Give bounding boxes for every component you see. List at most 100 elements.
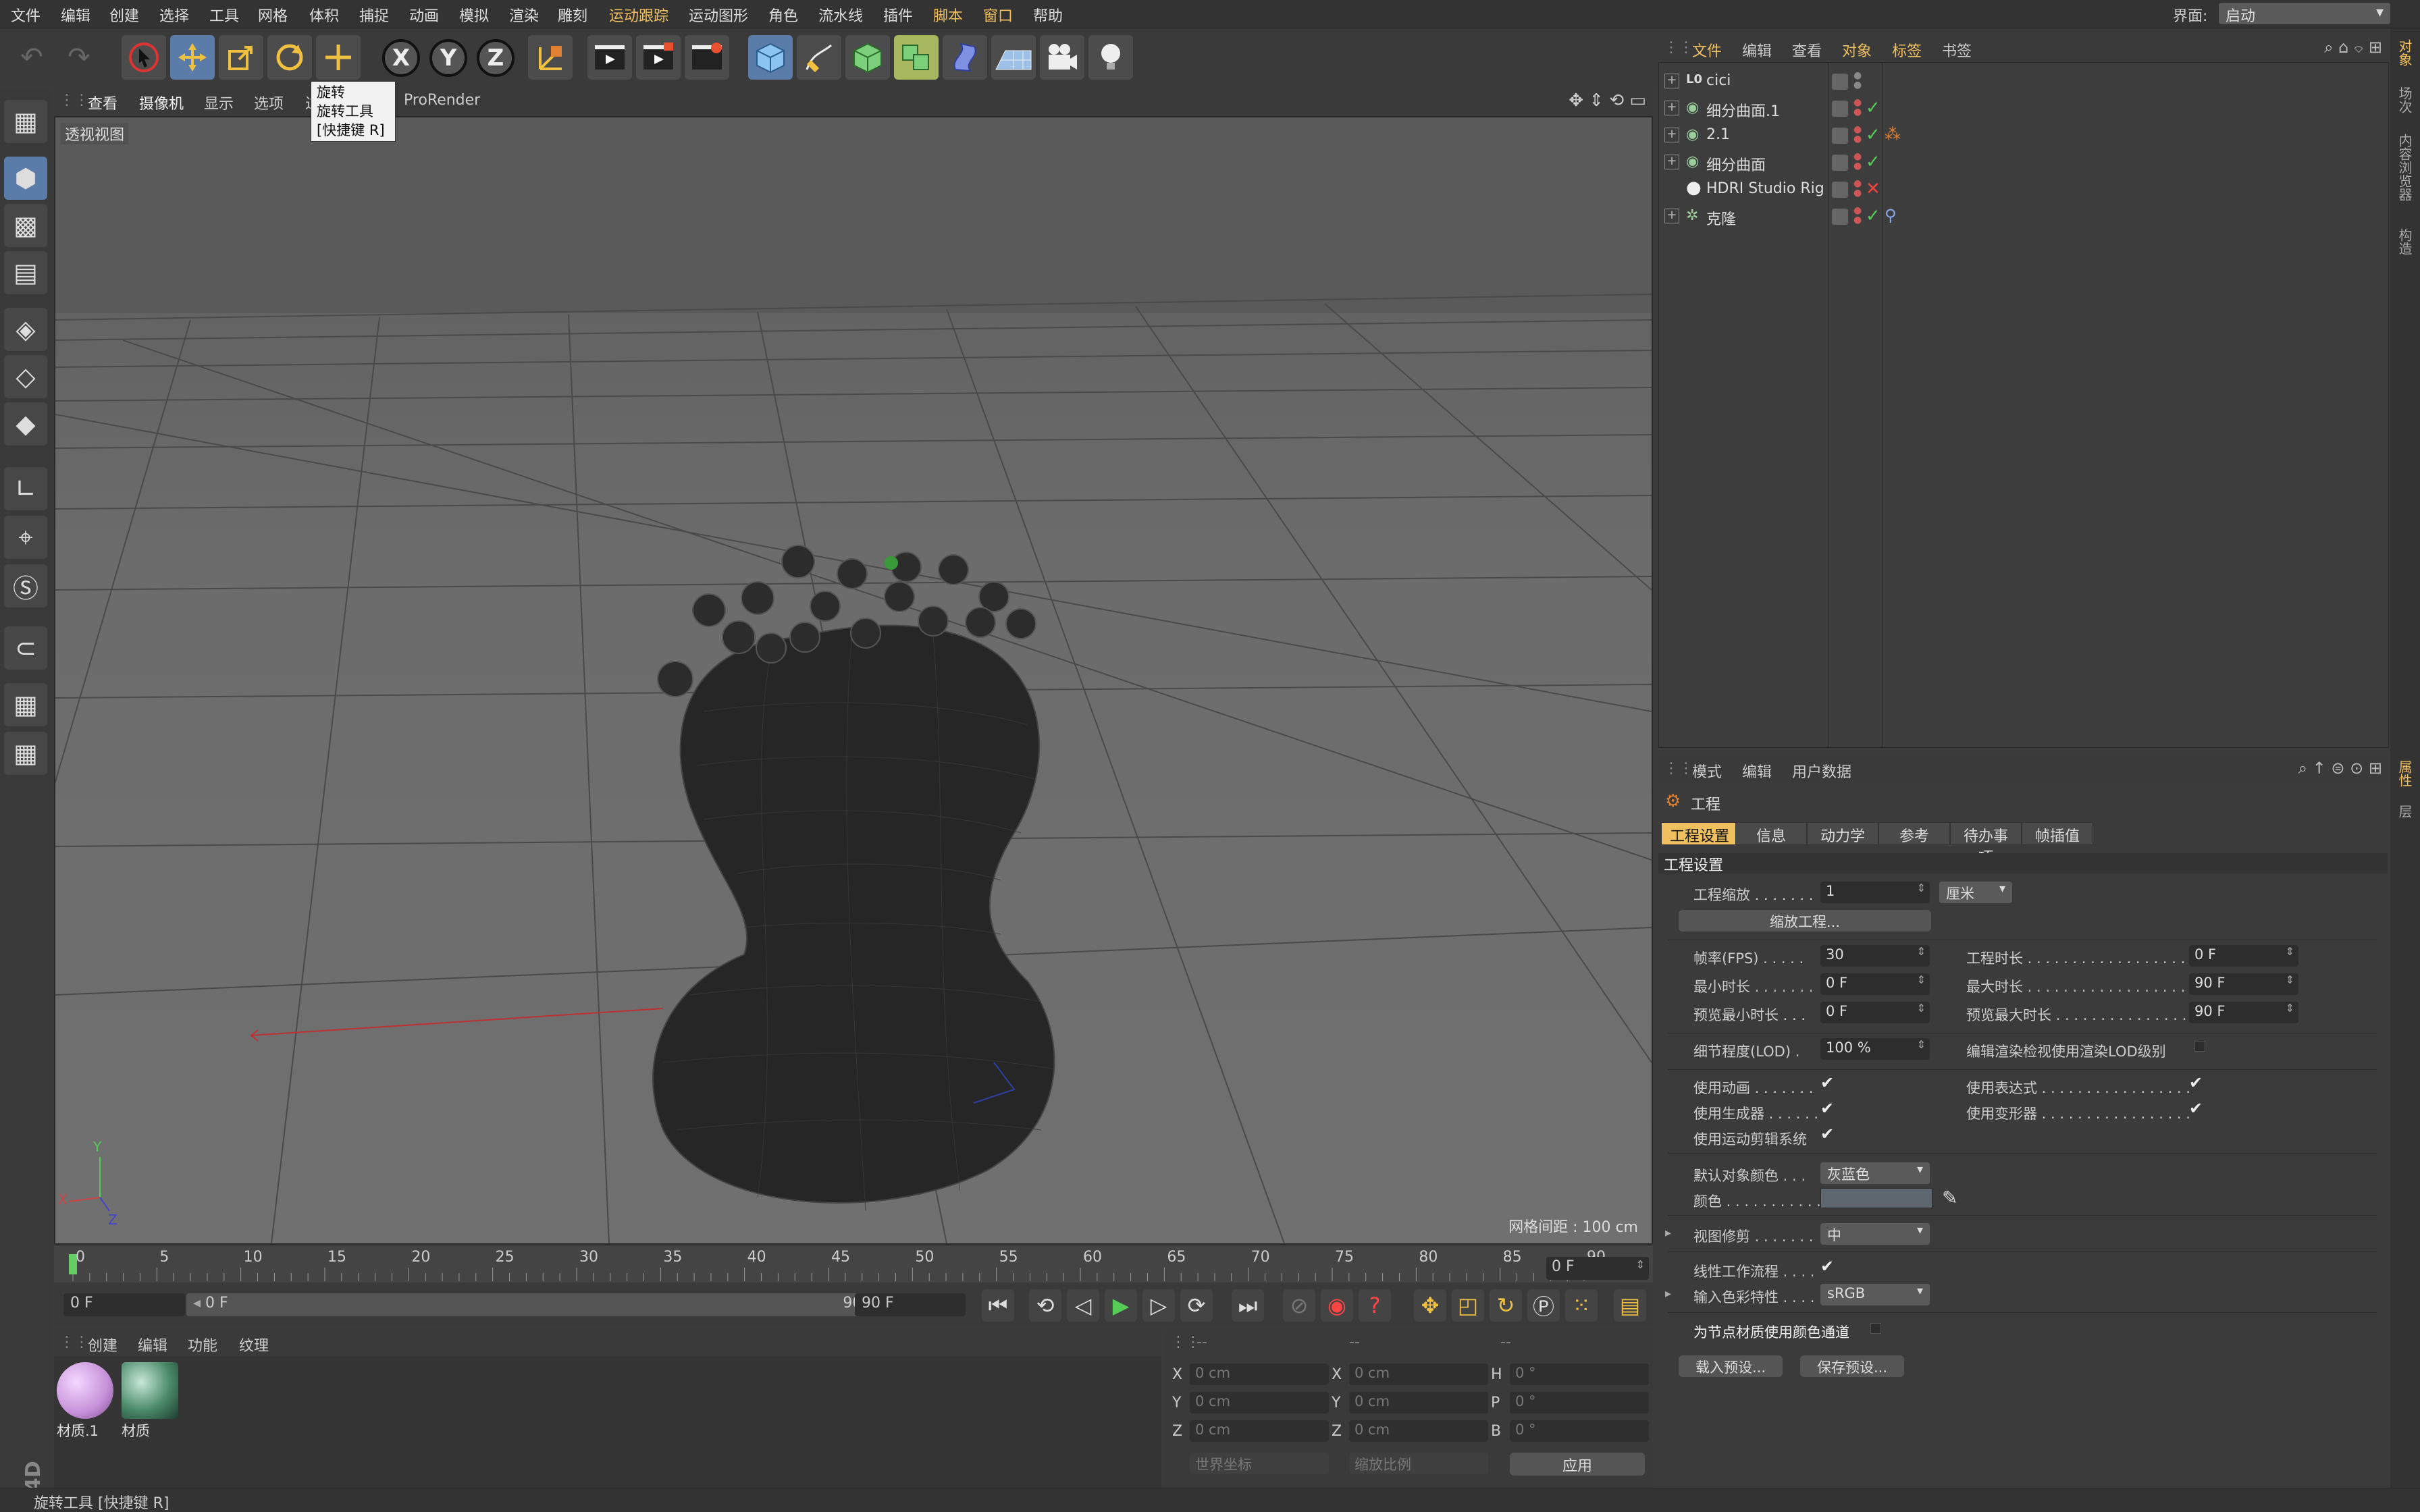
subdivision-surface-icon[interactable] bbox=[845, 35, 890, 80]
om-search-home-icons[interactable]: ⌕ ⌂ ⌔ ⊞ bbox=[2324, 38, 2382, 57]
linear-workflow-check[interactable]: ✔ bbox=[1820, 1257, 1834, 1276]
am-menu-mode[interactable]: 模式 bbox=[1692, 760, 1722, 782]
select-tool-icon[interactable] bbox=[122, 35, 166, 80]
y-axis-lock-icon[interactable]: Y bbox=[429, 39, 467, 77]
preview-range-slider[interactable]: ◂ 0 F 90 F ▸ bbox=[186, 1293, 902, 1316]
preview-max-field[interactable]: 90 F ⇕ bbox=[2189, 1002, 2298, 1023]
rot-p-field[interactable]: 0 ° bbox=[1510, 1392, 1649, 1413]
go-to-end-icon[interactable]: ⏭ bbox=[1232, 1289, 1264, 1322]
pos-x-field[interactable]: 0 cm bbox=[1190, 1364, 1329, 1385]
tab-attributes-vertical[interactable]: 属性 bbox=[2396, 760, 2415, 787]
menu-mograph[interactable]: 运动图形 bbox=[689, 4, 748, 26]
menu-edit[interactable]: 编辑 bbox=[61, 4, 90, 26]
key-parameter-icon[interactable]: Ⓟ bbox=[1527, 1289, 1560, 1322]
start-frame-field[interactable]: 0 F bbox=[63, 1293, 185, 1316]
layer-icon[interactable] bbox=[1832, 182, 1848, 198]
phong-tag-icon[interactable]: ⁂ bbox=[1885, 125, 1901, 144]
tab-takes-vertical[interactable]: 场次 bbox=[2396, 86, 2415, 113]
enabled-check[interactable]: ✓ bbox=[1866, 206, 1880, 226]
visibility-dots[interactable]: ● ● bbox=[1853, 125, 1862, 144]
render-lod-checkbox[interactable] bbox=[2194, 1041, 2205, 1052]
apply-button[interactable]: 应用 bbox=[1510, 1453, 1645, 1476]
snap-icon[interactable]: ⊂ bbox=[4, 626, 47, 670]
viewport-menu-cameras[interactable]: 摄像机 bbox=[139, 92, 184, 113]
cube-object-icon[interactable] bbox=[748, 35, 793, 80]
pos-y-field[interactable]: 0 cm bbox=[1190, 1392, 1329, 1413]
x-axis-lock-icon[interactable]: X bbox=[382, 39, 420, 77]
rotate-tool-icon[interactable] bbox=[267, 35, 312, 80]
viewport-menu-display[interactable]: 显示 bbox=[204, 92, 234, 113]
menu-sculpt[interactable]: 雕刻 bbox=[558, 4, 587, 26]
timeline-ruler[interactable]: 051015202530354045505560657075808590 bbox=[54, 1246, 1653, 1282]
expand-arrow-icon[interactable]: ▸ bbox=[1665, 1287, 1671, 1301]
scale-tool-icon[interactable] bbox=[219, 35, 263, 80]
use-deformers-check[interactable]: ✔ bbox=[2189, 1099, 2203, 1118]
max-time-field[interactable]: 90 F ⇕ bbox=[2189, 973, 2298, 995]
object-row-hdri-studio-rig[interactable]: ● HDRI Studio Rig ● ● ✕ bbox=[1659, 176, 2388, 203]
rot-b-field[interactable]: 0 ° bbox=[1510, 1420, 1649, 1442]
key-rotation-icon[interactable]: ↻ bbox=[1490, 1289, 1522, 1322]
keyframe-selection-icon[interactable]: ? bbox=[1359, 1289, 1391, 1322]
color-swatch[interactable] bbox=[1820, 1188, 1932, 1208]
eyedropper-icon[interactable]: ✎ bbox=[1942, 1187, 1957, 1209]
enabled-check[interactable]: ✓ bbox=[1866, 125, 1880, 145]
visibility-dots[interactable]: ● ● bbox=[1853, 71, 1862, 90]
menu-help[interactable]: 帮助 bbox=[1033, 4, 1063, 26]
min-time-field[interactable]: 0 F ⇕ bbox=[1820, 973, 1930, 995]
texture-mode-icon[interactable]: ▩ bbox=[4, 204, 47, 247]
material-menu-function[interactable]: 功能 bbox=[188, 1334, 217, 1355]
expand-icon[interactable]: + bbox=[1664, 74, 1679, 88]
preview-min-field[interactable]: 0 F ⇕ bbox=[1820, 1002, 1930, 1023]
menu-snap[interactable]: 捕捉 bbox=[359, 4, 389, 26]
size-z-field[interactable]: 0 cm bbox=[1349, 1420, 1488, 1442]
light-object-icon[interactable] bbox=[1088, 35, 1133, 80]
coordinate-mode-select[interactable]: 世界坐标 bbox=[1190, 1453, 1329, 1474]
menu-volume[interactable]: 体积 bbox=[309, 4, 339, 26]
menu-plugins[interactable]: 插件 bbox=[883, 4, 913, 26]
deformer-icon[interactable] bbox=[943, 35, 987, 80]
menu-simulate[interactable]: 模拟 bbox=[459, 4, 489, 26]
size-mode-select[interactable]: 缩放比例 bbox=[1349, 1453, 1488, 1474]
timeline-window-icon[interactable]: ▤ bbox=[1614, 1289, 1646, 1322]
layer-icon[interactable] bbox=[1832, 155, 1848, 171]
move-tool-icon[interactable] bbox=[170, 35, 215, 80]
object-row-subdivision[interactable]: + ◉ 细分曲面 ● ● ✓ bbox=[1659, 149, 2388, 176]
view-clipping-select[interactable]: 中 ▾ bbox=[1820, 1223, 1930, 1245]
menu-animate[interactable]: 动画 bbox=[409, 4, 439, 26]
tab-structure-vertical[interactable]: 构造 bbox=[2396, 228, 2415, 255]
end-frame-field[interactable]: 90 F bbox=[855, 1293, 966, 1316]
om-menu-objects[interactable]: 对象 bbox=[1842, 39, 1872, 61]
am-menu-edit[interactable]: 编辑 bbox=[1742, 760, 1772, 782]
tab-references[interactable]: 参考 bbox=[1878, 822, 1950, 845]
lod-field[interactable]: 100 % ⇕ bbox=[1820, 1038, 1930, 1060]
visibility-dots[interactable]: ● ● bbox=[1853, 206, 1862, 225]
tab-dynamics[interactable]: 动力学 bbox=[1807, 822, 1878, 845]
viewport-navigation-icons[interactable]: ✥ ⇕ ⟲ ▭ bbox=[1569, 90, 1646, 111]
menu-motion-tracking[interactable]: 运动跟踪 bbox=[609, 4, 668, 26]
points-mode-icon[interactable]: ◈ bbox=[4, 308, 47, 351]
tab-todo[interactable]: 待办事项 bbox=[1950, 822, 2022, 867]
render-view-icon[interactable] bbox=[587, 35, 632, 80]
tab-info[interactable]: 信息 bbox=[1735, 822, 1807, 845]
workplane-mode-icon[interactable]: ▤ bbox=[4, 251, 47, 294]
layer-icon[interactable] bbox=[1832, 209, 1848, 225]
pen-spline-icon[interactable] bbox=[797, 35, 841, 80]
solo-mode-icon[interactable]: Ⓢ bbox=[4, 564, 47, 608]
am-nav-icons[interactable]: ⌕ ↑ ⊜ ⊙ ⊞ bbox=[2298, 759, 2382, 778]
record-keys-icon[interactable]: ⊘ bbox=[1283, 1289, 1315, 1322]
make-editable-icon[interactable]: ▦ bbox=[4, 100, 47, 143]
enabled-check[interactable]: ✓ bbox=[1866, 98, 1880, 118]
render-to-picture-viewer-icon[interactable] bbox=[636, 35, 681, 80]
expand-icon[interactable]: + bbox=[1664, 209, 1679, 223]
layer-icon[interactable] bbox=[1832, 101, 1848, 117]
layout-select[interactable]: 启动 ▾ bbox=[2219, 3, 2390, 25]
viewport-menu-prorender[interactable]: ProRender bbox=[404, 92, 480, 109]
go-to-start-icon[interactable]: ⏮ bbox=[982, 1289, 1014, 1322]
rot-h-field[interactable]: 0 ° bbox=[1510, 1364, 1649, 1385]
render-settings-icon[interactable] bbox=[685, 35, 729, 80]
polygons-mode-icon[interactable]: ◆ bbox=[4, 402, 47, 446]
axis-mode-icon[interactable]: ∟ bbox=[4, 467, 47, 510]
fps-field[interactable]: 30 ⇕ bbox=[1820, 945, 1930, 967]
menu-window[interactable]: 窗口 bbox=[983, 4, 1013, 26]
planar-workplane-icon[interactable]: ▦ bbox=[4, 732, 47, 775]
